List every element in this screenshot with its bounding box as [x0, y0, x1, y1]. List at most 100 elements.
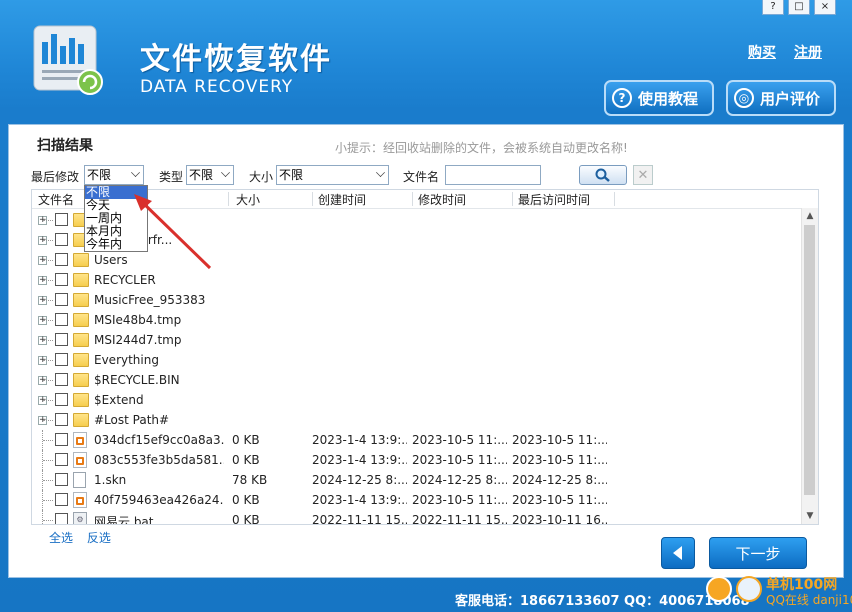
row-checkbox[interactable] — [55, 313, 68, 326]
close-button[interactable]: × — [814, 0, 836, 15]
cell-size: 0 KB — [232, 433, 260, 447]
size-select[interactable]: 不限 — [276, 165, 389, 185]
select-all-link[interactable]: 全选 — [49, 531, 73, 545]
row-checkbox[interactable] — [55, 513, 68, 524]
next-button[interactable]: 下一步 — [709, 537, 807, 569]
panel-title: 扫描结果 — [37, 138, 93, 154]
table-row[interactable]: + RECYCLER — [32, 270, 802, 290]
search-icon — [595, 168, 610, 182]
cell-name: $Extend — [94, 393, 144, 407]
col-size[interactable]: 大小 — [236, 191, 260, 208]
row-checkbox[interactable] — [55, 493, 68, 506]
help-button[interactable]: ? — [762, 0, 784, 15]
maximize-button[interactable]: □ — [788, 0, 810, 15]
filename-label: 文件名 — [403, 170, 440, 184]
table-row[interactable]: + $RECYCLE.BIN — [32, 370, 802, 390]
table-row[interactable]: 40f759463ea426a24... 0 KB 2023-1-4 13:9:..… — [32, 490, 802, 510]
size-label: 大小 — [249, 170, 274, 184]
chevron-down-icon — [376, 168, 385, 177]
type-select-value: 不限 — [189, 168, 214, 182]
review-label: 用户评价 — [760, 89, 821, 108]
table-row[interactable]: + Everything — [32, 350, 802, 370]
register-link[interactable]: 注册 — [794, 42, 822, 62]
cell-atime: 2023-10-5 11:... — [512, 453, 607, 467]
app-title: 文件恢复软件 — [140, 42, 332, 77]
cell-mtime: 2023-10-5 11:... — [412, 433, 507, 447]
row-checkbox[interactable] — [55, 253, 68, 266]
col-ctime[interactable]: 创建时间 — [318, 191, 366, 208]
back-button[interactable] — [661, 537, 695, 569]
globe-icon: ◎ — [734, 88, 754, 108]
table-row[interactable]: ⚙ 网易云.bat 0 KB 2022-11-11 15... 2022-11-11 1… — [32, 510, 802, 525]
close-icon: ✕ — [637, 167, 649, 183]
row-checkbox[interactable] — [55, 393, 68, 406]
watermark-qq-text: QQ在线 — [766, 593, 809, 607]
table-row[interactable]: + MusicFree_953383 — [32, 290, 802, 310]
folder-icon — [73, 273, 89, 287]
cell-name: MSI244d7.tmp — [94, 333, 182, 347]
table-row[interactable]: + #Lost Path# — [32, 410, 802, 430]
clear-button[interactable]: ✕ — [633, 165, 653, 185]
cell-ctime: 2024-12-25 8:... — [312, 473, 407, 487]
bat-file-icon: ⚙ — [73, 512, 87, 524]
table-row[interactable]: + Users — [32, 250, 802, 270]
size-select-value: 不限 — [279, 168, 304, 182]
row-checkbox[interactable] — [55, 433, 68, 446]
invert-selection-link[interactable]: 反选 — [87, 531, 111, 545]
modified-select[interactable]: 不限 — [84, 165, 144, 185]
row-checkbox[interactable] — [55, 333, 68, 346]
chevron-down-icon — [221, 168, 230, 177]
row-checkbox[interactable] — [55, 373, 68, 386]
watermark-url: QQ在线 danji100.com — [766, 591, 852, 608]
watermark-qq-icon — [736, 576, 762, 602]
filter-bar: 最后修改 不限 类型 不限 大小 不限 文件名 ✕ — [31, 165, 653, 187]
type-label: 类型 — [159, 170, 184, 184]
scroll-thumb[interactable] — [804, 225, 815, 495]
table-row[interactable]: 1.skn 78 KB 2024-12-25 8:... 2024-12-25 8:.… — [32, 470, 802, 490]
app-subtitle: DATA RECOVERY — [140, 77, 294, 97]
watermark-domain: danji100.com — [812, 593, 852, 607]
col-atime[interactable]: 最后访问时间 — [518, 191, 590, 208]
filename-input[interactable] — [445, 165, 541, 185]
row-checkbox[interactable] — [55, 453, 68, 466]
cell-size: 78 KB — [232, 473, 268, 487]
app-window: ? □ × 购买 注册 文件恢复软件 DATA RECOVERY ? 使用教程 … — [0, 0, 852, 612]
cell-name: $RECYCLE.BIN — [94, 373, 180, 387]
dropdown-option[interactable]: 今年内 — [85, 238, 147, 251]
row-checkbox[interactable] — [55, 293, 68, 306]
type-select[interactable]: 不限 — [186, 165, 234, 185]
table-row[interactable]: + MSIe48b4.tmp — [32, 310, 802, 330]
table-row[interactable]: 083c553fe3b5da581... 0 KB 2023-1-4 13:9:..… — [32, 450, 802, 470]
cell-size: 0 KB — [232, 453, 260, 467]
folder-icon — [73, 353, 89, 367]
search-button[interactable] — [579, 165, 627, 185]
scroll-down-icon[interactable]: ▼ — [802, 508, 818, 524]
row-checkbox[interactable] — [55, 473, 68, 486]
row-checkbox[interactable] — [55, 213, 68, 226]
file-list[interactable]: 文件名 大小 创建时间 修改时间 最后访问时间 ++eanalyzerfr...… — [31, 189, 819, 525]
table-row[interactable]: + $Extend — [32, 390, 802, 410]
cell-atime: 2024-12-25 8:... — [512, 473, 607, 487]
row-checkbox[interactable] — [55, 273, 68, 286]
col-name[interactable]: 文件名 — [38, 191, 74, 208]
review-button[interactable]: ◎ 用户评价 — [726, 80, 836, 116]
scroll-up-icon[interactable]: ▲ — [802, 208, 818, 224]
scan-results-panel: 扫描结果 小提示：经回收站删除的文件，会被系统自动更改名称! 最后修改 不限 类… — [8, 124, 844, 578]
table-row[interactable]: + MSI244d7.tmp — [32, 330, 802, 350]
folder-icon — [73, 373, 89, 387]
chevron-down-icon — [131, 168, 140, 177]
cell-name: 083c553fe3b5da581... — [94, 453, 224, 467]
cell-atime: 2023-10-11 16... — [512, 513, 607, 525]
table-row[interactable]: 034dcf15ef9cc0a8a3... 0 KB 2023-1-4 13:9:.… — [32, 430, 802, 450]
cell-atime: 2023-10-5 11:... — [512, 493, 607, 507]
tutorial-button[interactable]: ? 使用教程 — [604, 80, 714, 116]
vertical-scrollbar[interactable]: ▲ ▼ — [801, 208, 818, 524]
col-mtime[interactable]: 修改时间 — [418, 191, 466, 208]
cell-mtime: 2023-10-5 11:... — [412, 493, 507, 507]
folder-icon — [73, 293, 89, 307]
cell-name: 网易云.bat — [94, 515, 154, 525]
buy-link[interactable]: 购买 — [748, 42, 776, 62]
row-checkbox[interactable] — [55, 413, 68, 426]
row-checkbox[interactable] — [55, 233, 68, 246]
row-checkbox[interactable] — [55, 353, 68, 366]
